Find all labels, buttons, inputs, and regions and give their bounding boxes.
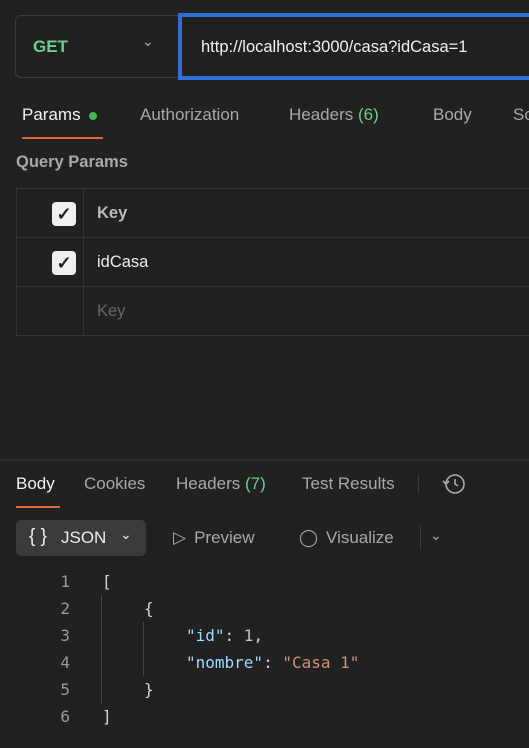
- json-number: 1: [243, 626, 254, 645]
- visualize-label: Visualize: [326, 528, 394, 547]
- param-checkbox[interactable]: ✓: [52, 251, 76, 275]
- select-all-checkbox[interactable]: ✓: [52, 202, 76, 226]
- separator: [420, 526, 421, 550]
- param-key[interactable]: idCasa: [97, 253, 148, 272]
- code-line: ]: [102, 707, 112, 726]
- line-number: 6: [60, 707, 70, 726]
- colon: :: [263, 653, 283, 672]
- visualize-icon: ◯: [299, 528, 319, 547]
- url-text: http://localhost:3000/casa?idCasa=1: [201, 38, 468, 56]
- resp-tab-headers[interactable]: Headers (7): [176, 474, 266, 494]
- resp-tab-cookies[interactable]: Cookies: [84, 474, 145, 494]
- table-header-row: ✓ Key: [17, 189, 529, 238]
- code-line: {: [144, 599, 154, 618]
- braces-icon: { }: [29, 526, 47, 547]
- key-column-header: Key: [97, 204, 128, 222]
- visualize-button[interactable]: ◯ Visualize: [299, 528, 394, 548]
- code-line: [: [102, 572, 112, 591]
- tab-headers[interactable]: Headers (6): [289, 105, 379, 125]
- resp-headers-label: Headers: [176, 474, 241, 493]
- query-params-title: Query Params: [16, 153, 128, 171]
- format-label: JSON: [61, 528, 107, 547]
- tab-params[interactable]: Params: [22, 105, 97, 125]
- line-number: 1: [60, 572, 70, 591]
- url-input[interactable]: http://localhost:3000/casa?idCasa=1: [178, 13, 529, 80]
- method-label: GET: [33, 37, 68, 56]
- code-line: }: [144, 680, 154, 699]
- history-icon[interactable]: [441, 472, 467, 496]
- params-active-dot: [88, 111, 97, 120]
- line-number: 2: [60, 599, 70, 618]
- resp-tab-test-results[interactable]: Test Results: [302, 474, 395, 494]
- key-placeholder-input[interactable]: Key: [97, 302, 125, 321]
- active-tab-underline: [22, 137, 103, 139]
- indent-guide: [143, 622, 144, 676]
- resp-tab-body[interactable]: Body: [16, 474, 55, 494]
- line-number: 3: [60, 626, 70, 645]
- indent-guide: [101, 595, 102, 703]
- json-key: "nombre": [186, 653, 264, 672]
- line-number: 4: [60, 653, 70, 672]
- tab-authorization[interactable]: Authorization: [140, 105, 239, 125]
- comma: ,: [253, 626, 264, 645]
- query-params-table: ✓ Key ✓ idCasa Key: [16, 188, 529, 336]
- headers-count: (6): [358, 105, 379, 124]
- chevron-down-icon: ⌄: [142, 33, 154, 49]
- method-select[interactable]: GET ⌄: [15, 15, 185, 78]
- visualize-dropdown-chevron-icon[interactable]: ⌄: [430, 527, 442, 544]
- table-row: ✓ idCasa: [17, 238, 529, 287]
- line-number: 5: [60, 680, 70, 699]
- tab-scripts[interactable]: Sc: [513, 105, 529, 125]
- chevron-down-icon: ⌄: [120, 526, 132, 542]
- pane-divider[interactable]: [0, 459, 529, 461]
- play-icon: ▷: [173, 528, 187, 547]
- table-row-empty: Key: [17, 287, 529, 336]
- code-line: "nombre": "Casa 1": [186, 653, 359, 672]
- json-key: "id": [186, 626, 225, 645]
- tab-headers-label: Headers: [289, 105, 354, 124]
- code-line: "id": 1,: [186, 626, 263, 645]
- tab-params-label: Params: [22, 105, 81, 124]
- format-select[interactable]: { } JSON ⌄: [16, 520, 146, 556]
- resp-headers-count: (7): [245, 474, 266, 493]
- json-string: "Casa 1": [282, 653, 360, 672]
- colon: :: [224, 626, 244, 645]
- resp-active-underline: [16, 506, 60, 508]
- tab-body[interactable]: Body: [433, 105, 472, 125]
- preview-button[interactable]: ▷ Preview: [173, 528, 255, 548]
- preview-label: Preview: [194, 528, 255, 547]
- separator: [418, 474, 419, 494]
